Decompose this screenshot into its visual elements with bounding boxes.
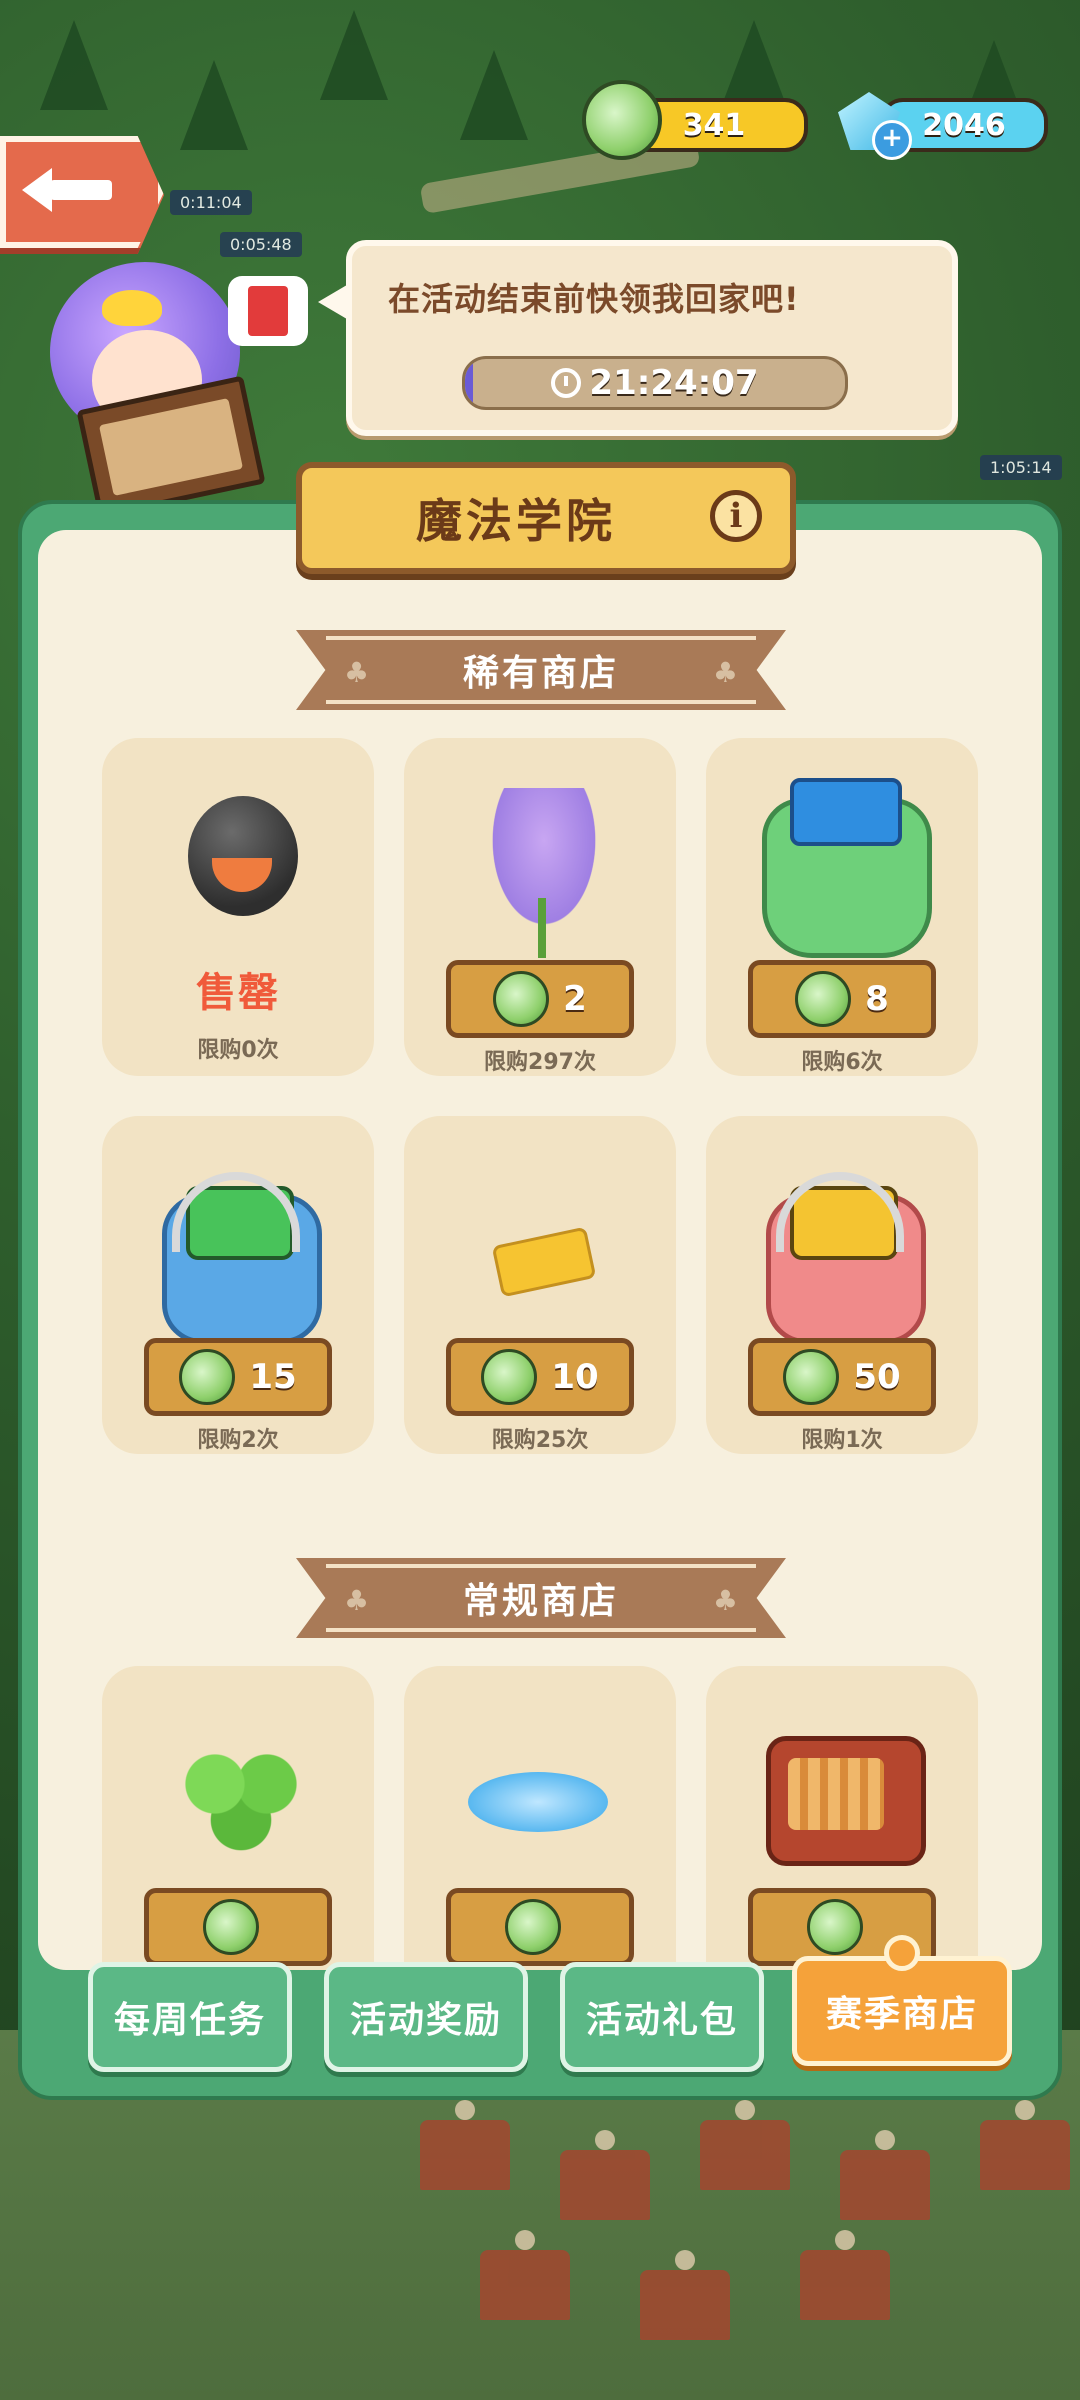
leaf-coin-icon	[505, 1899, 561, 1955]
buy-button[interactable]: 8	[748, 960, 936, 1038]
rare-shop-title: 稀有商店	[462, 653, 619, 694]
tab-season-shop[interactable]: 赛季商店	[792, 1935, 1012, 2066]
shop-item-leaves[interactable]	[102, 1666, 374, 1970]
shop-panel-content: ♣ 稀有商店 ♣ 售罄 限购0次 2 限购297次 8 限购6次 15 限购2次…	[38, 530, 1042, 1970]
purchase-limit: 限购1次	[801, 1428, 883, 1453]
leaf-coin-icon	[783, 1349, 840, 1405]
panel-title-plaque: 魔法学院 i	[296, 462, 796, 574]
clock-icon	[551, 368, 582, 398]
panel-title: 魔法学院	[416, 494, 616, 548]
tab-weekly-tasks[interactable]: 每周任务	[88, 1962, 292, 2072]
leaf-coin-icon	[179, 1349, 236, 1405]
shop-item-robot-bag-pink[interactable]: 50 限购1次	[706, 1116, 978, 1454]
npc-speech-text: 在活动结束前快领我回家吧!	[388, 280, 800, 318]
event-timer-bar: 21:24:07	[462, 356, 848, 410]
crow-pet-icon	[188, 796, 298, 916]
back-button[interactable]	[0, 136, 164, 254]
price: 10	[551, 1357, 599, 1397]
gem-currency-amount: 2046	[922, 107, 1006, 143]
event-timer-text: 21:24:07	[589, 363, 759, 403]
price: 15	[249, 1357, 297, 1397]
purchase-limit: 限购2次	[197, 1428, 279, 1453]
shop-item-water[interactable]	[404, 1666, 676, 1970]
club-icon: ♣	[344, 656, 370, 689]
info-icon[interactable]: i	[710, 490, 762, 542]
tab-event-rewards[interactable]: 活动奖励	[324, 1962, 528, 2072]
red-book-icon	[248, 286, 288, 336]
buy-button[interactable]: 10	[446, 1338, 634, 1416]
npc-speech-bubble: 在活动结束前快领我回家吧! 21:24:07	[318, 240, 958, 436]
purchase-limit: 限购6次	[801, 1050, 883, 1075]
regular-shop-title: 常规商店	[462, 1581, 619, 1622]
leaf-currency-amount: 341	[682, 107, 746, 143]
regular-shop-ribbon: ♣ 常规商店 ♣	[296, 1558, 786, 1638]
leaf-coin-icon	[582, 80, 662, 160]
shop-item-robot-bag-blue[interactable]: 15 限购2次	[102, 1116, 374, 1454]
water-puddle-icon	[468, 1772, 608, 1832]
shop-item-crow-pet[interactable]: 售罄 限购0次	[102, 738, 374, 1076]
sold-out-label: 售罄	[196, 970, 280, 1016]
club-icon: ♣	[712, 656, 738, 689]
golden-ticket-icon	[491, 1226, 597, 1298]
add-gem-button[interactable]: +	[872, 120, 912, 160]
shop-item-mystery-bag[interactable]: 8 限购6次	[706, 738, 978, 1076]
price: 50	[853, 1357, 901, 1397]
green-leaves-icon	[176, 1736, 306, 1856]
leaf-coin-icon	[481, 1349, 538, 1405]
rare-shop-ribbon: ♣ 稀有商店 ♣	[296, 630, 786, 710]
shop-item-ticket[interactable]: 10 限购25次	[404, 1116, 676, 1454]
tab-label: 每周任务	[113, 2000, 266, 2041]
buy-button[interactable]	[144, 1888, 332, 1966]
club-icon: ♣	[712, 1584, 738, 1617]
tab-pin-icon	[884, 1935, 920, 1971]
purchase-limit: 限购297次	[484, 1050, 596, 1075]
tab-label: 活动奖励	[349, 2000, 502, 2041]
shop-item-radio[interactable]	[706, 1666, 978, 1970]
purchase-limit: 限购25次	[491, 1428, 589, 1453]
back-arrow-icon	[22, 168, 52, 212]
headphone-icon	[776, 1172, 904, 1252]
leaf-coin-icon	[807, 1899, 863, 1955]
leaf-coin-icon	[795, 971, 852, 1027]
tab-label: 活动礼包	[585, 2000, 738, 2041]
headphone-icon	[172, 1172, 300, 1252]
leaf-coin-icon	[203, 1899, 259, 1955]
shop-item-lavender[interactable]: 2 限购297次	[404, 738, 676, 1076]
price: 2	[563, 979, 587, 1019]
club-icon: ♣	[344, 1584, 370, 1617]
tab-label: 赛季商店	[825, 1994, 978, 2035]
buy-button[interactable]: 2	[446, 960, 634, 1038]
price: 8	[865, 979, 889, 1019]
buy-button[interactable]	[446, 1888, 634, 1966]
purchase-limit: 限购0次	[197, 1038, 279, 1063]
buy-button[interactable]: 50	[748, 1338, 936, 1416]
buy-button[interactable]: 15	[144, 1338, 332, 1416]
tab-event-packs[interactable]: 活动礼包	[560, 1962, 764, 2072]
leaf-coin-icon	[493, 971, 550, 1027]
